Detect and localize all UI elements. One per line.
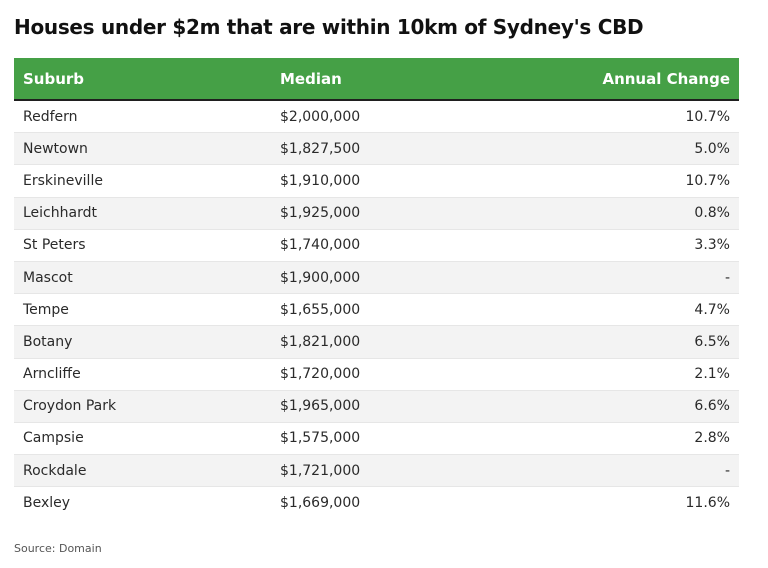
median-cell: $1,721,000: [280, 462, 361, 479]
table-row: Newtown $1,827,500 5.0%: [14, 133, 739, 166]
median-cell: $1,925,000: [280, 205, 361, 222]
annual-change-cell: -: [724, 462, 730, 479]
suburb-cell: Redfern: [23, 108, 78, 125]
table-row: Mascot $1,900,000 -: [14, 261, 739, 295]
data-table: Suburb Median Annual Change Redfern $2,00…: [14, 58, 739, 519]
annual-change-cell: 6.6%: [694, 398, 730, 415]
median-cell: $1,821,000: [280, 333, 361, 350]
annual-change-cell: -: [724, 269, 730, 286]
table-body: Redfern $2,000,000 10.7% Newtown $1,827,500 5…: [14, 101, 739, 519]
annual-change-cell: 10.7%: [685, 108, 730, 125]
suburb-cell: Newtown: [23, 140, 88, 157]
annual-change-cell: 2.1%: [694, 366, 730, 383]
suburb-cell: Rockdale: [23, 462, 87, 479]
annual-change-cell: 11.6%: [685, 495, 730, 512]
table-row: St Peters $1,740,000 3.3%: [14, 230, 739, 262]
median-cell: $1,655,000: [280, 301, 361, 318]
median-cell: $1,965,000: [280, 398, 361, 415]
chart-title: Houses under $2m that are within 10km of…: [14, 15, 644, 39]
median-cell: $1,575,000: [280, 430, 361, 447]
table-row: Bexley $1,669,000 11.6%: [14, 487, 739, 519]
annual-change-cell: 10.7%: [685, 172, 730, 189]
suburb-cell: Mascot: [23, 269, 73, 286]
column-header-median: Median: [280, 69, 342, 88]
median-cell: $1,720,000: [280, 366, 361, 383]
table-row: Croydon Park $1,965,000 6.6%: [14, 390, 739, 423]
table-row: Rockdale $1,721,000 -: [14, 455, 739, 488]
annual-change-cell: 6.5%: [694, 333, 730, 350]
table-row: Redfern $2,000,000 10.7%: [14, 101, 739, 134]
suburb-cell: Campsie: [23, 430, 84, 447]
suburb-cell: Arncliffe: [23, 366, 81, 383]
suburb-cell: Erskineville: [23, 172, 103, 189]
suburb-cell: Bexley: [23, 495, 71, 512]
column-header-suburb: Suburb: [23, 69, 85, 88]
median-cell: $2,000,000: [280, 108, 361, 125]
median-cell: $1,900,000: [280, 269, 361, 286]
median-cell: $1,910,000: [280, 172, 361, 189]
table-header: Suburb Median Annual Change: [14, 58, 739, 101]
suburb-cell: Botany: [23, 333, 73, 350]
table-row: Tempe $1,655,000 4.7%: [14, 294, 739, 327]
table-row: Arncliffe $1,720,000 2.1%: [14, 359, 739, 391]
annual-change-cell: 5.0%: [694, 140, 730, 157]
table-row: Campsie $1,575,000 2.8%: [14, 423, 739, 456]
median-cell: $1,669,000: [280, 495, 361, 512]
source-note: Source: Domain: [14, 542, 102, 555]
median-cell: $1,827,500: [280, 140, 361, 157]
column-header-annual-change: Annual Change: [602, 69, 730, 88]
table-row: Botany $1,821,000 6.5%: [14, 326, 739, 359]
table-row: Leichhardt $1,925,000 0.8%: [14, 197, 739, 230]
annual-change-cell: 3.3%: [694, 237, 730, 254]
annual-change-cell: 0.8%: [694, 205, 730, 222]
suburb-cell: Tempe: [23, 301, 69, 318]
chart-container: Houses under $2m that are within 10km of…: [0, 0, 768, 568]
suburb-cell: Leichhardt: [23, 205, 97, 222]
table-row: Erskineville $1,910,000 10.7%: [14, 165, 739, 198]
annual-change-cell: 2.8%: [694, 430, 730, 447]
suburb-cell: Croydon Park: [23, 398, 117, 415]
suburb-cell: St Peters: [23, 237, 86, 254]
median-cell: $1,740,000: [280, 237, 361, 254]
annual-change-cell: 4.7%: [694, 301, 730, 318]
